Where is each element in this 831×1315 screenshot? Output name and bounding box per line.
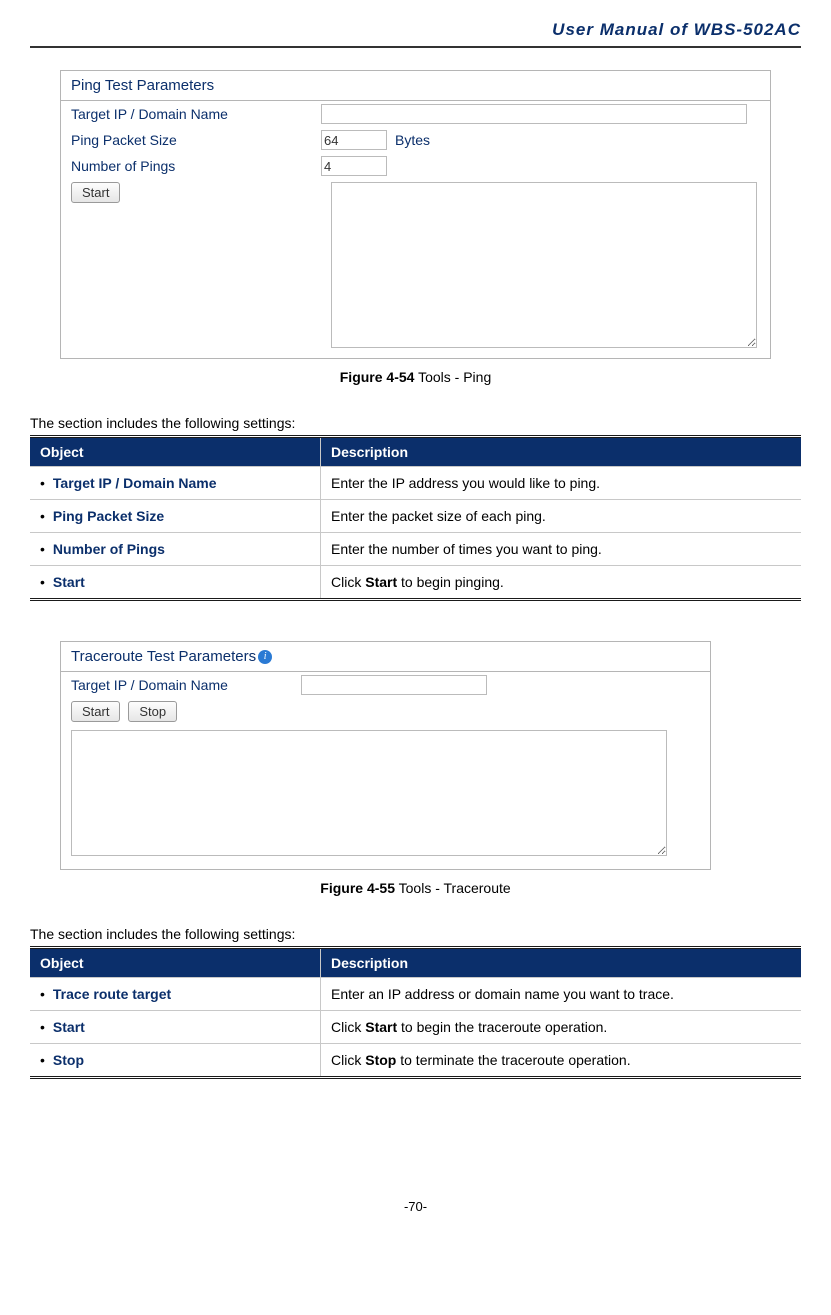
table1-head-description: Description (321, 437, 802, 467)
figure-54-caption: Figure 4-54 Tools - Ping (30, 369, 801, 385)
figure-54-number: Figure 4-54 (340, 369, 415, 385)
traceroute-panel-title: Traceroute Test Parametersi (61, 642, 710, 672)
trace-stop-button[interactable]: Stop (128, 701, 177, 722)
table2-row2-strong: Stop (365, 1052, 396, 1068)
table-row: •Ping Packet Size Enter the packet size … (30, 500, 801, 533)
ping-panel: Ping Test Parameters Target IP / Domain … (60, 70, 771, 359)
trace-start-button[interactable]: Start (71, 701, 120, 722)
table-row: •Start Click Start to begin pinging. (30, 566, 801, 600)
ping-settings-table: Object Description •Target IP / Domain N… (30, 435, 801, 601)
table1-row3-obj: Start (53, 574, 85, 590)
traceroute-title-text: Traceroute Test Parameters (71, 648, 256, 665)
table2-row0-obj: Trace route target (53, 986, 171, 1002)
table1-row0-pre: Enter the IP address you would like to p… (331, 475, 600, 491)
table1-row3-pre: Click (331, 574, 365, 590)
table-row: •Stop Click Stop to terminate the tracer… (30, 1044, 801, 1078)
info-icon[interactable]: i (258, 650, 272, 664)
table2-row1-obj: Start (53, 1019, 85, 1035)
ping-start-button[interactable]: Start (71, 182, 120, 203)
table1-head-object: Object (30, 437, 321, 467)
table2-row2-pre: Click (331, 1052, 365, 1068)
ping-size-unit: Bytes (395, 132, 430, 148)
trace-output[interactable] (71, 730, 667, 856)
table2-row2-post: to terminate the traceroute operation. (396, 1052, 630, 1068)
table1-row1-obj: Ping Packet Size (53, 508, 164, 524)
figure-55-number: Figure 4-55 (320, 880, 395, 896)
table2-row1-post: to begin the traceroute operation. (397, 1019, 607, 1035)
table-row: •Target IP / Domain Name Enter the IP ad… (30, 467, 801, 500)
trace-target-row: Target IP / Domain Name (61, 672, 710, 698)
table-row: •Number of Pings Enter the number of tim… (30, 533, 801, 566)
table-row: •Trace route target Enter an IP address … (30, 978, 801, 1011)
table1-row1-pre: Enter the packet size of each ping. (331, 508, 546, 524)
section-intro-1: The section includes the following setti… (30, 415, 801, 431)
figure-54-text: Tools - Ping (414, 369, 491, 385)
ping-count-input[interactable] (321, 156, 387, 176)
table2-row2-obj: Stop (53, 1052, 84, 1068)
trace-target-input[interactable] (301, 675, 487, 695)
ping-output[interactable] (331, 182, 757, 348)
page-header: User Manual of WBS-502AC (30, 20, 801, 48)
ping-size-input[interactable] (321, 130, 387, 150)
table2-row1-strong: Start (365, 1019, 397, 1035)
section-intro-2: The section includes the following setti… (30, 926, 801, 942)
table2-row0-pre: Enter an IP address or domain name you w… (331, 986, 674, 1002)
page-number: -70- (30, 1199, 801, 1214)
table2-row1-pre: Click (331, 1019, 365, 1035)
ping-target-input[interactable] (321, 104, 747, 124)
table1-row3-post: to begin pinging. (397, 574, 504, 590)
table1-row0-obj: Target IP / Domain Name (53, 475, 217, 491)
ping-count-label: Number of Pings (71, 158, 321, 174)
table1-row2-obj: Number of Pings (53, 541, 165, 557)
traceroute-settings-table: Object Description •Trace route target E… (30, 946, 801, 1079)
ping-panel-title: Ping Test Parameters (61, 71, 770, 101)
trace-target-label: Target IP / Domain Name (71, 677, 301, 693)
table-row: •Start Click Start to begin the tracerou… (30, 1011, 801, 1044)
ping-target-label: Target IP / Domain Name (71, 106, 321, 122)
ping-count-row: Number of Pings (61, 153, 770, 179)
table2-head-object: Object (30, 948, 321, 978)
ping-target-row: Target IP / Domain Name (61, 101, 770, 127)
table1-row3-strong: Start (365, 574, 397, 590)
figure-55-text: Tools - Traceroute (395, 880, 511, 896)
table1-row2-pre: Enter the number of times you want to pi… (331, 541, 602, 557)
ping-size-row: Ping Packet Size Bytes (61, 127, 770, 153)
table2-head-description: Description (321, 948, 802, 978)
traceroute-panel: Traceroute Test Parametersi Target IP / … (60, 641, 711, 870)
ping-size-label: Ping Packet Size (71, 132, 321, 148)
figure-55-caption: Figure 4-55 Tools - Traceroute (30, 880, 801, 896)
